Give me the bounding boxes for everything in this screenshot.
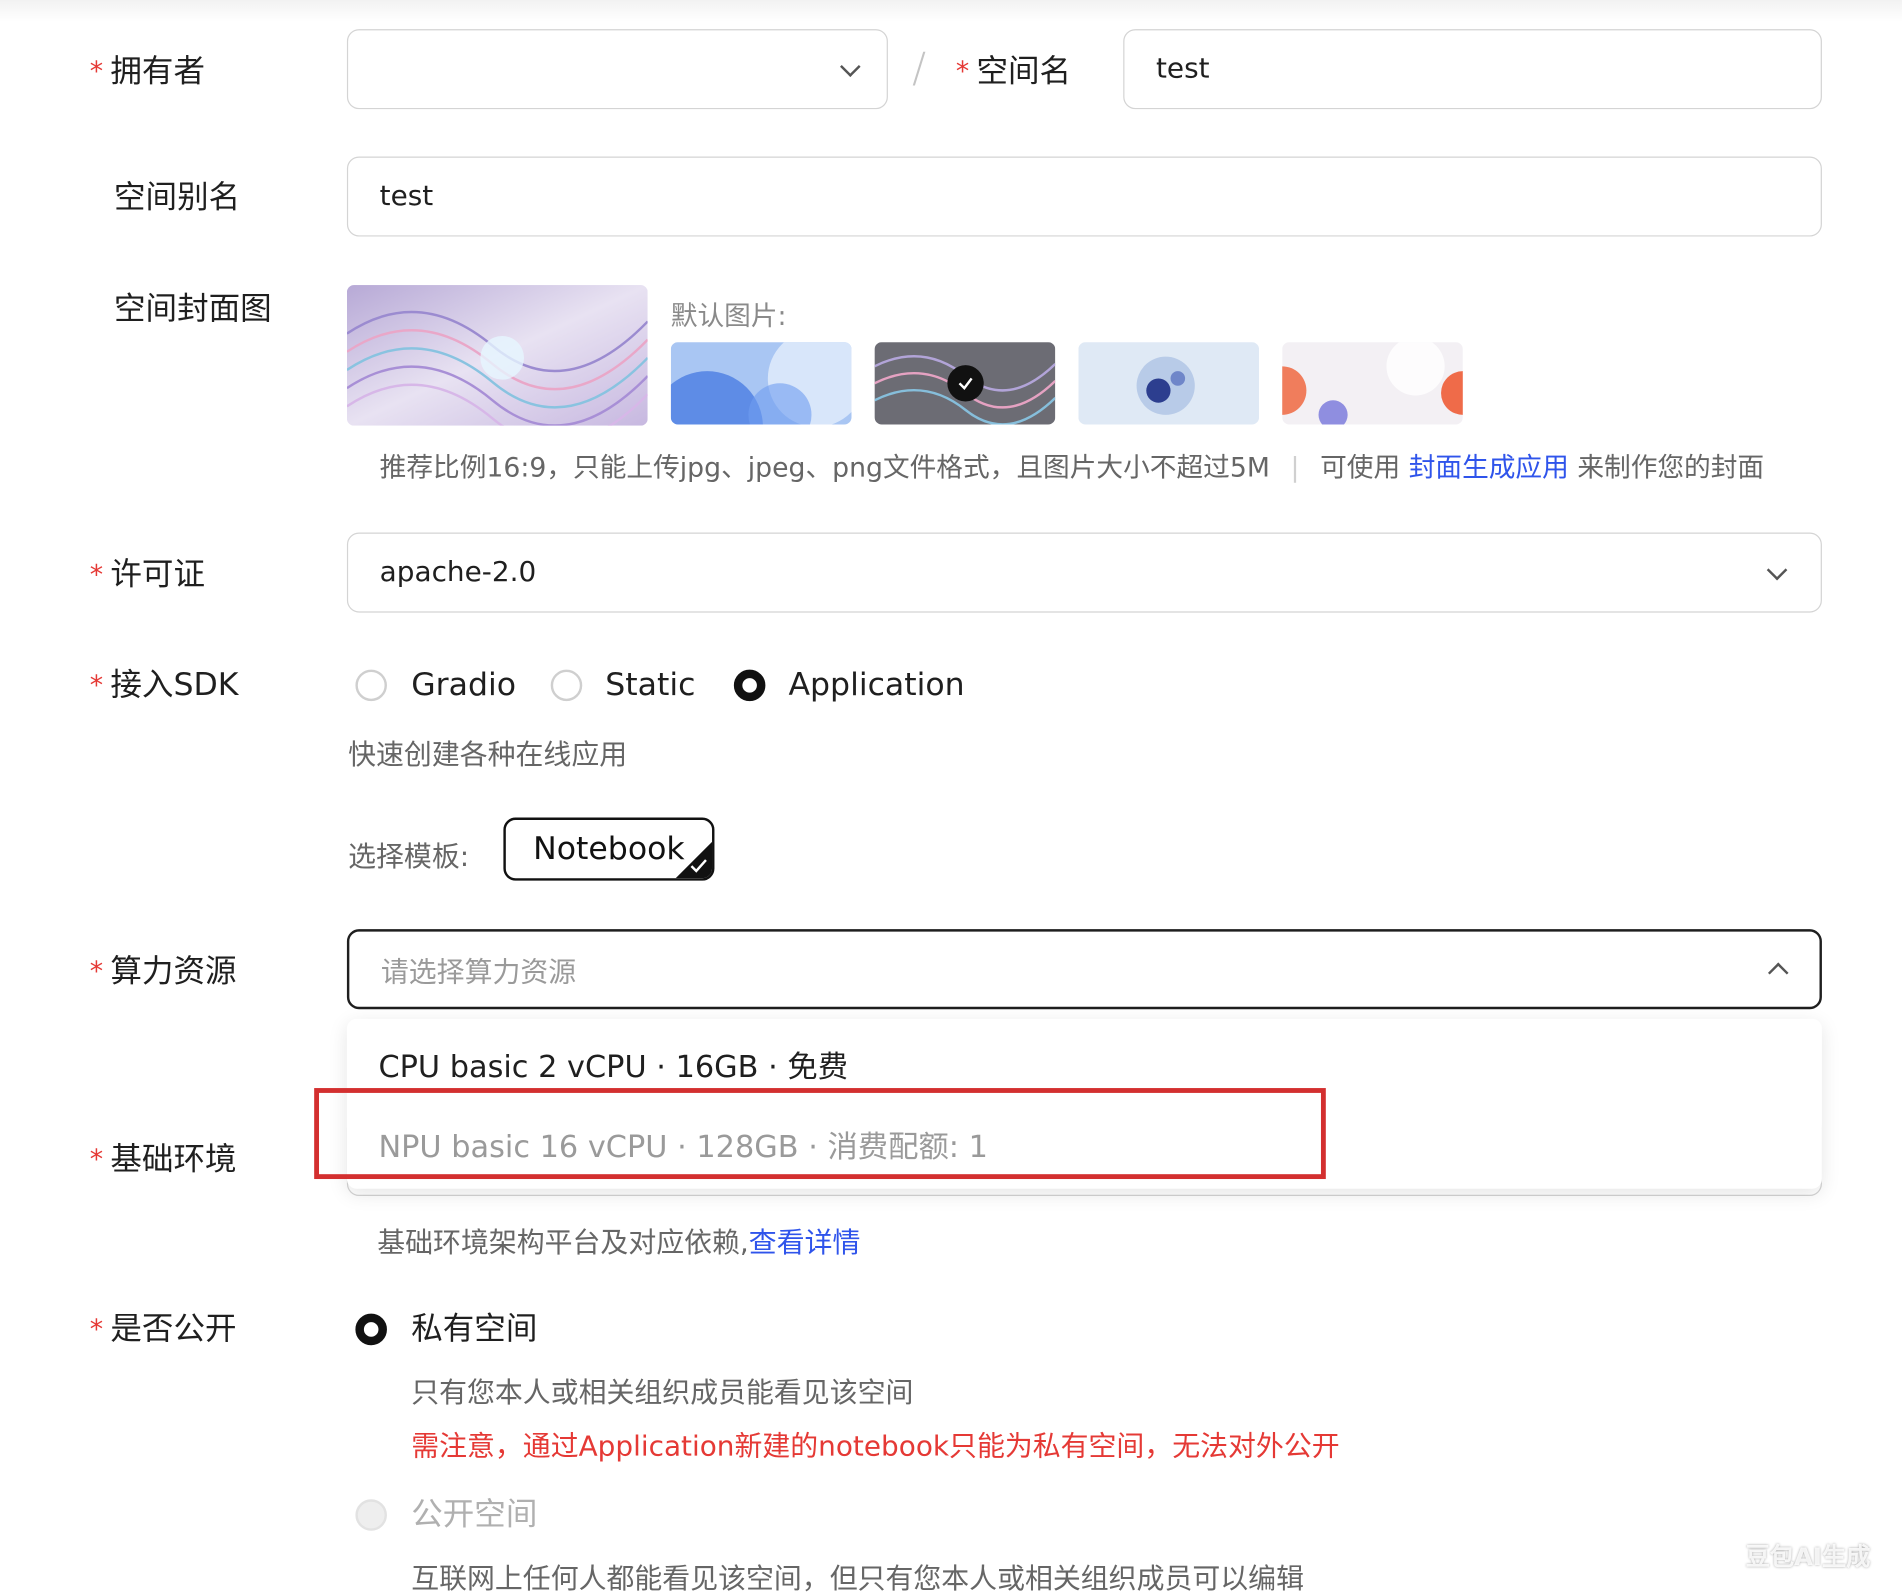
cover-hint-text: 推荐比例16:9，只能上传jpg、jpeg、png文件格式，且图片大小不超过5M <box>379 453 1270 484</box>
cover-preview[interactable] <box>346 285 648 426</box>
default-thumbnail-1[interactable] <box>670 342 852 425</box>
space-name-label-text: 空间名 <box>976 53 1072 90</box>
cover-label: 空间封面图 <box>114 291 272 328</box>
owner-label-text: 拥有者 <box>110 53 206 90</box>
annotation-highlight-box <box>314 1088 1326 1180</box>
cover-hint-suffix: 来制作您的封面 <box>1577 453 1765 484</box>
sdk-radio-static[interactable] <box>550 669 583 702</box>
space-create-form: * 拥有者 / * 空间名 test 空间别名 test 空间封面图 默认图片:… <box>0 0 1902 1596</box>
sdk-radio-gradio[interactable] <box>355 669 387 702</box>
base-env-label-text: 基础环境 <box>110 1141 237 1178</box>
selected-check-badge <box>947 365 984 402</box>
watermark: 豆包AI生成 <box>1745 1541 1871 1571</box>
compute-select[interactable]: 请选择算力资源 <box>346 929 1822 1010</box>
compute-label: * 算力资源 <box>90 953 237 991</box>
base-env-label: * 基础环境 <box>90 1141 237 1179</box>
public-description: 互联网上任何人都能看见该空间，但只有您本人或相关组织成员可以编辑 <box>411 1563 1304 1596</box>
compute-placeholder: 请选择算力资源 <box>380 957 577 989</box>
thumbnail-image <box>670 342 852 425</box>
required-mark: * <box>89 670 104 702</box>
required-mark: * <box>89 1145 104 1176</box>
default-images-label: 默认图片: <box>670 302 787 333</box>
visibility-radio-public[interactable] <box>355 1499 387 1531</box>
license-value: apache-2.0 <box>379 556 537 589</box>
hint-divider: | <box>1290 453 1300 484</box>
required-mark: * <box>89 57 104 88</box>
private-warning: 需注意，通过Application新建的notebook只能为私有空间，无法对外… <box>411 1431 1340 1463</box>
cover-hint-prefix: 可使用 <box>1320 453 1401 484</box>
thumbnail-image <box>1282 342 1463 425</box>
visibility-option-private[interactable]: 私有空间 <box>411 1311 537 1347</box>
visibility-radio-private[interactable] <box>355 1313 387 1346</box>
required-mark: * <box>955 57 970 88</box>
compute-label-text: 算力资源 <box>110 953 237 990</box>
space-name-input[interactable]: test <box>1123 29 1822 110</box>
alias-label: 空间别名 <box>114 179 241 216</box>
sdk-option-gradio[interactable]: Gradio <box>411 667 516 703</box>
default-thumbnail-3[interactable] <box>1078 342 1260 425</box>
space-name-value: test <box>1155 53 1210 85</box>
license-label-text: 许可证 <box>110 556 206 594</box>
base-env-hint: 基础环境架构平台及对应依赖,查看详情 <box>377 1219 860 1260</box>
chevron-down-icon <box>1766 559 1788 581</box>
cover-preview-image <box>346 285 648 426</box>
thumbnail-image <box>1078 342 1260 425</box>
alias-value: test <box>379 180 434 213</box>
sdk-option-application[interactable]: Application <box>788 667 964 703</box>
chevron-up-icon <box>1767 962 1789 984</box>
default-thumbnail-4[interactable] <box>1282 342 1463 425</box>
cover-hint: 推荐比例16:9，只能上传jpg、jpeg、png文件格式，且图片大小不超过5M… <box>380 446 1764 485</box>
template-label: 选择模板: <box>348 841 470 874</box>
owner-label: * 拥有者 <box>90 53 205 91</box>
private-description: 只有您本人或相关组织成员能看见该空间 <box>411 1377 914 1410</box>
space-name-label: * 空间名 <box>956 53 1071 91</box>
default-thumbnail-2[interactable] <box>874 342 1056 425</box>
required-mark: * <box>89 957 104 988</box>
sdk-option-static[interactable]: Static <box>605 667 695 703</box>
owner-select[interactable] <box>346 29 888 110</box>
compute-option-cpu[interactable]: CPU basic 2 vCPU · 16GB · 免费 <box>378 1043 848 1087</box>
top-fade <box>0 0 1902 22</box>
visibility-label-text: 是否公开 <box>110 1311 237 1348</box>
separator: / <box>912 43 927 93</box>
sdk-label: * 接入SDK <box>90 667 239 705</box>
sdk-description: 快速创建各种在线应用 <box>348 739 628 772</box>
cover-generator-link[interactable]: 封面生成应用 <box>1409 454 1569 484</box>
check-icon <box>958 377 973 391</box>
visibility-option-public[interactable]: 公开空间 <box>411 1497 537 1533</box>
template-notebook-card[interactable]: Notebook <box>503 817 715 881</box>
chevron-down-icon <box>840 56 861 78</box>
view-details-link[interactable]: 查看详情 <box>749 1228 861 1260</box>
required-mark: * <box>89 560 104 591</box>
sdk-radio-application[interactable] <box>733 669 766 702</box>
base-env-hint-text: 基础环境架构平台及对应依赖, <box>377 1227 749 1260</box>
alias-input[interactable]: test <box>346 156 1822 237</box>
required-mark: * <box>89 1314 104 1346</box>
license-select[interactable]: apache-2.0 <box>346 532 1822 613</box>
sdk-label-text: 接入SDK <box>110 667 239 704</box>
check-icon <box>690 859 707 873</box>
visibility-label: * 是否公开 <box>90 1311 237 1349</box>
license-label: * 许可证 <box>90 557 205 595</box>
